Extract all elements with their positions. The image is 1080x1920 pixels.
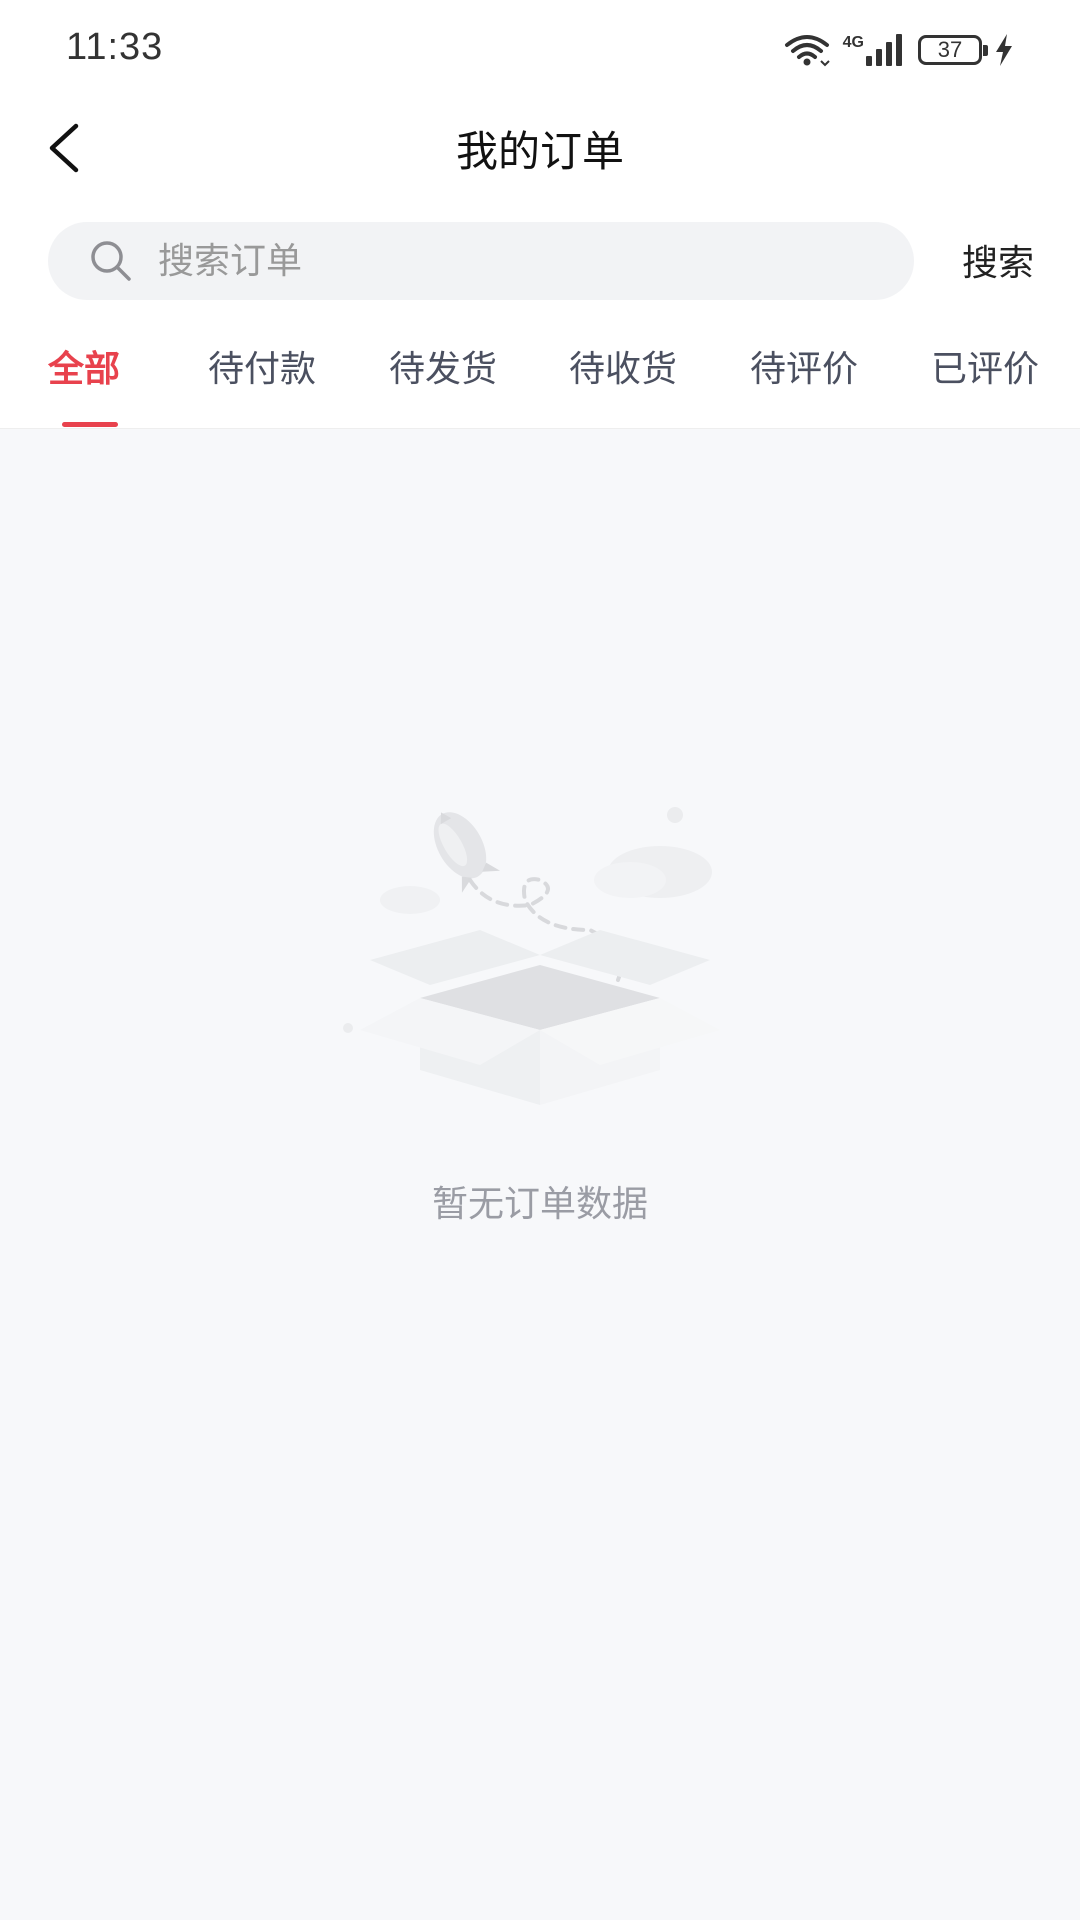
order-list-screen: 11:33 4G 37 我的订单 搜索订单 搜索 全部 待付款 待发货 待收货 … [0,0,1080,1920]
search-row: 搜索 [0,220,1080,300]
tab-pending-payment[interactable]: 待付款 [208,340,316,392]
active-tab-indicator [62,422,118,427]
order-status-tabs: 全部 待付款 待发货 待收货 待评价 已评价 [0,340,1080,428]
status-icons: 4G 37 [783,30,1014,70]
battery-icon: 37 [918,35,988,65]
page-title: 我的订单 [455,127,624,176]
battery-level: 37 [937,37,963,62]
tab-all[interactable]: 全部 [48,340,120,392]
tab-reviewed[interactable]: 已评价 [931,340,1039,392]
status-bar: 11:33 4G 37 [0,0,1080,96]
tab-pending-shipment[interactable]: 待发货 [389,340,497,392]
nav-bar: 我的订单 [0,96,1080,198]
tab-pending-review[interactable]: 待评价 [750,340,858,392]
wifi-icon [783,33,831,67]
search-button[interactable]: 搜索 [962,234,1034,286]
signal-icon: 4G [843,34,906,66]
empty-box-icon [343,807,720,1105]
search-input[interactable] [156,239,860,283]
empty-state-message: 暂无订单数据 [431,1184,648,1225]
charging-icon [994,34,1014,66]
search-box[interactable] [48,222,914,300]
tab-pending-receipt[interactable]: 待收货 [569,340,677,392]
status-time: 11:33 [66,26,164,68]
search-icon [91,241,131,281]
network-type: 4G [842,34,864,51]
